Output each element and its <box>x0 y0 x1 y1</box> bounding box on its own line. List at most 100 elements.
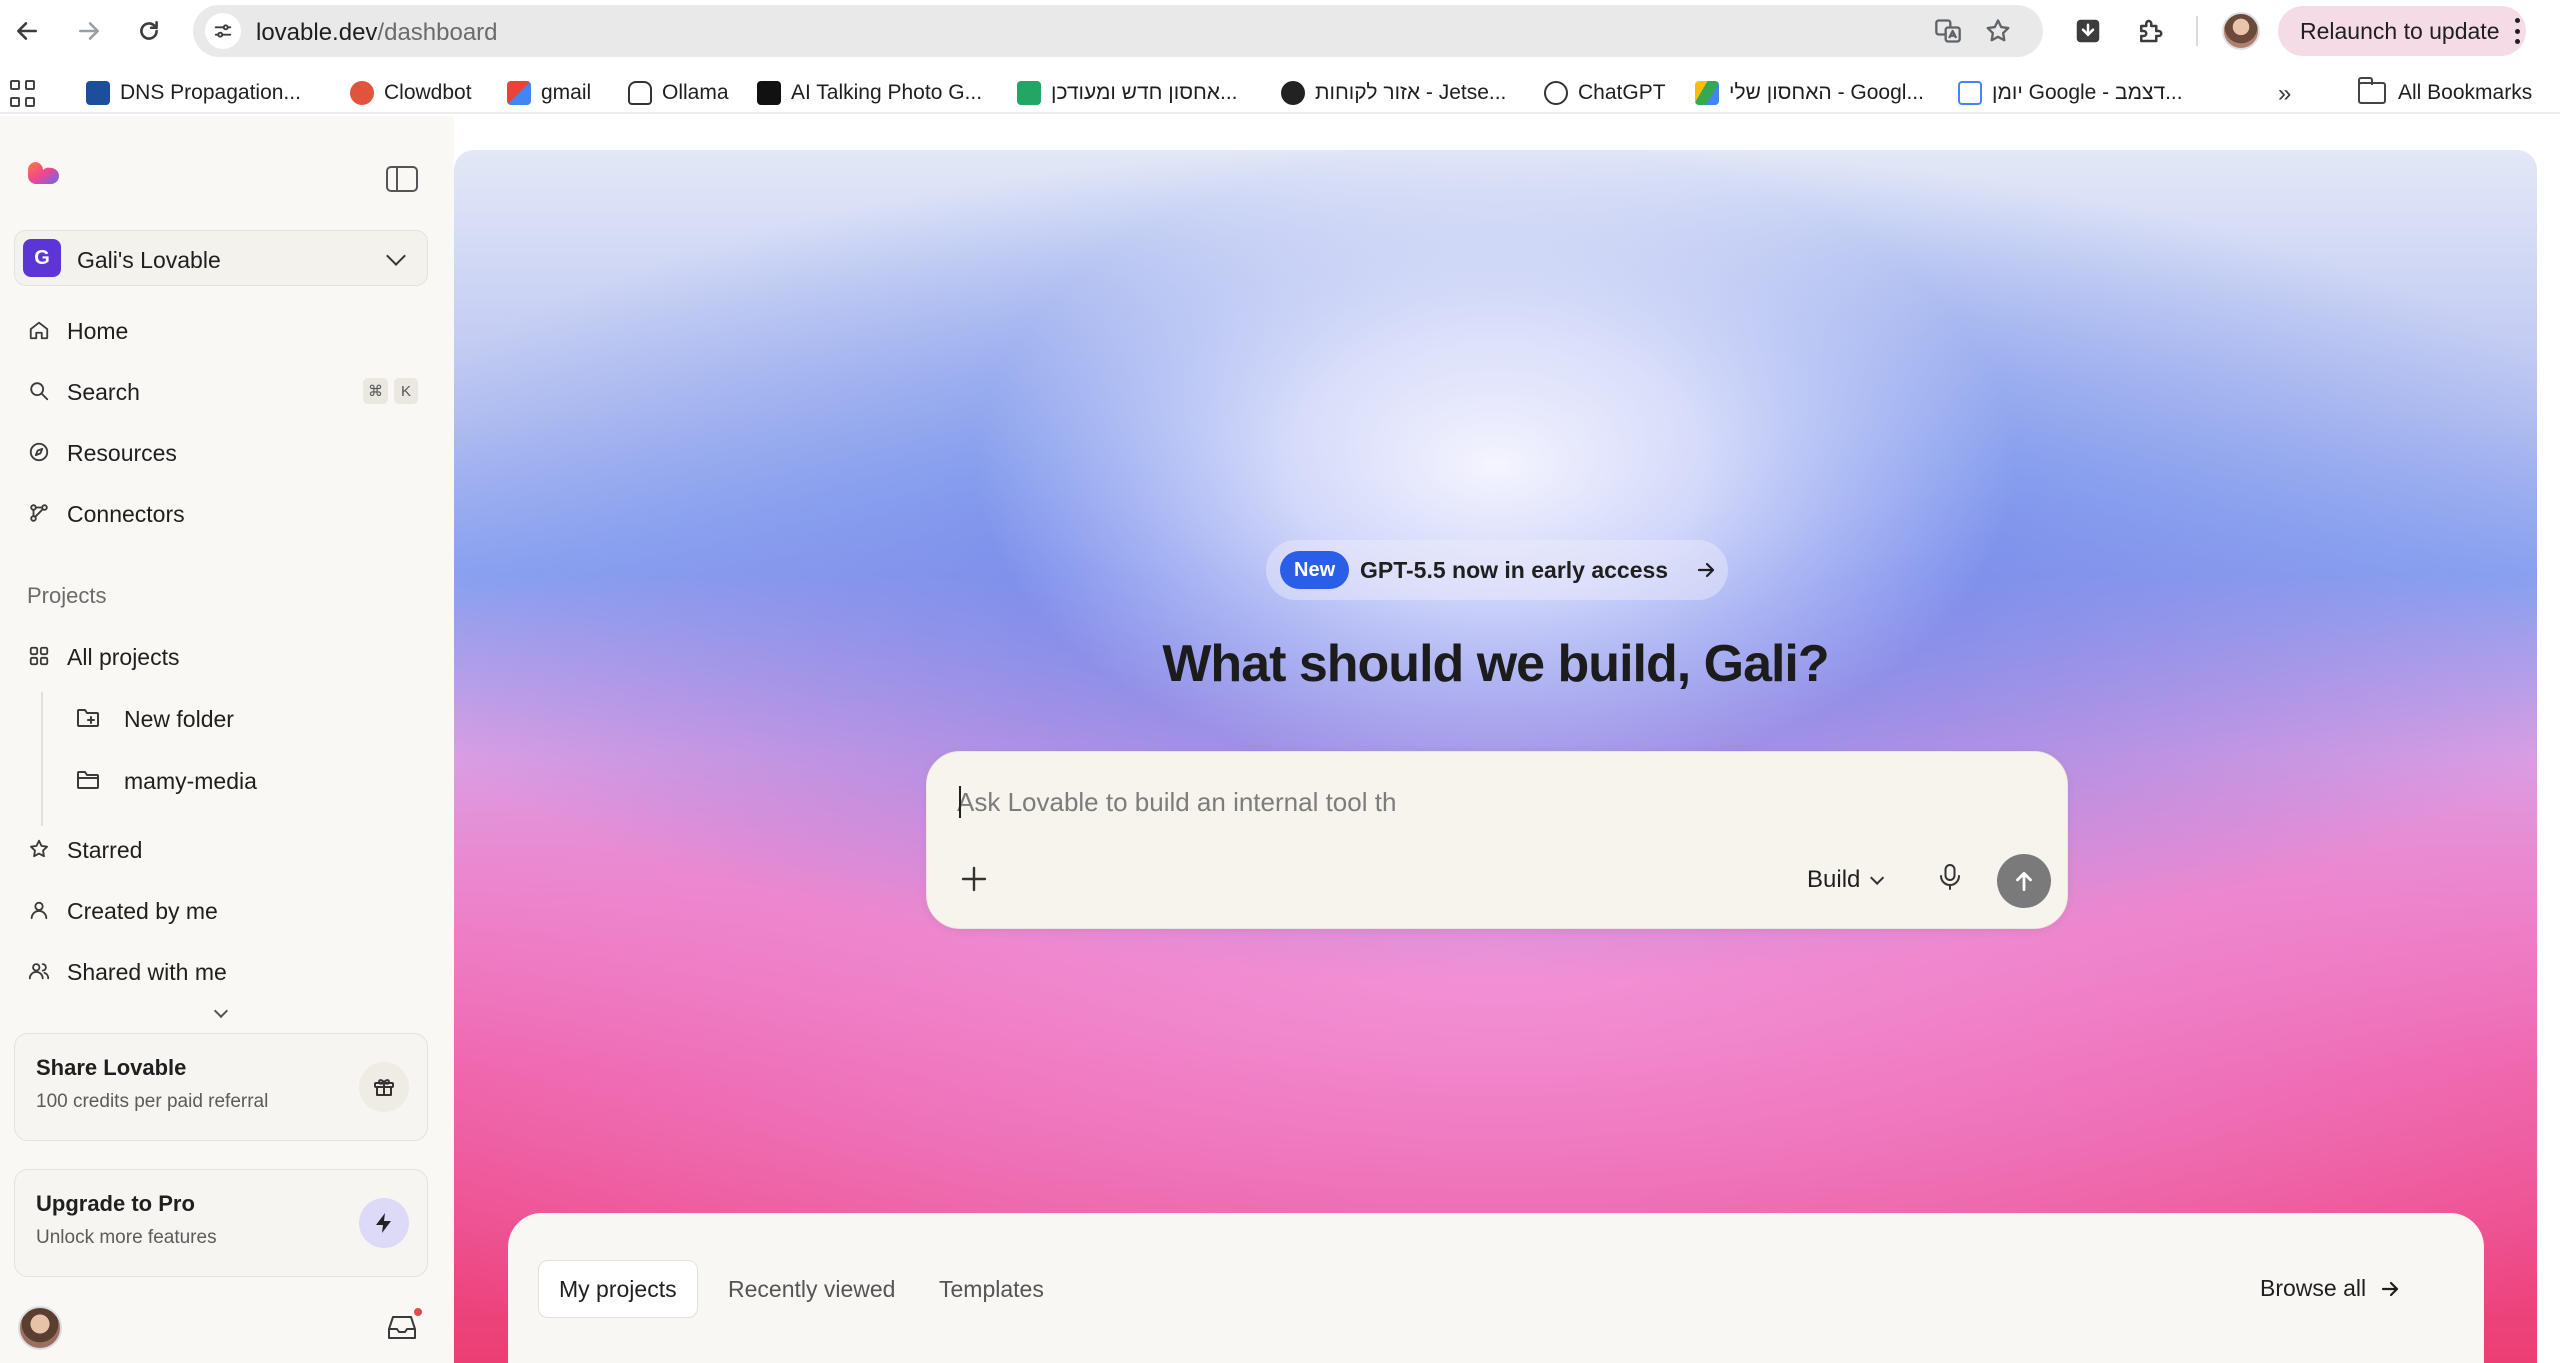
scroll-down-chevron-icon[interactable] <box>213 1003 229 1019</box>
folder-label: New folder <box>124 706 234 732</box>
upgrade-button[interactable] <box>359 1198 409 1248</box>
browse-all-label: Browse all <box>2260 1275 2367 1301</box>
bookmark-star-icon[interactable] <box>1983 16 2013 46</box>
sidebar-item-search[interactable]: Search ⌘ K <box>14 365 428 417</box>
download-icon[interactable] <box>2069 12 2107 50</box>
plus-icon <box>961 866 987 892</box>
microphone-button[interactable] <box>1937 862 1969 898</box>
upgrade-pro-card[interactable]: Upgrade to Pro Unlock more features <box>14 1169 428 1277</box>
sidebar-item-starred[interactable]: Starred <box>14 823 428 875</box>
mode-dropdown[interactable]: Build <box>1807 862 1885 898</box>
arrow-right-icon <box>1694 558 1718 582</box>
browser-menu-icon[interactable] <box>2506 14 2528 48</box>
bookmark-ai-talking-photo[interactable]: AI Talking Photo G... <box>757 77 982 109</box>
gift-button[interactable] <box>359 1062 409 1112</box>
user-icon <box>28 899 50 921</box>
url-text[interactable]: lovable.dev/dashboard <box>256 19 498 47</box>
user-avatar[interactable] <box>18 1306 62 1350</box>
home-icon <box>28 319 50 341</box>
folder-icon <box>76 769 100 791</box>
chevron-down-icon <box>386 246 406 266</box>
reload-icon[interactable] <box>128 10 170 52</box>
sidebar-item-label: Shared with me <box>67 959 227 985</box>
apps-grid-icon[interactable] <box>10 80 38 108</box>
tab-my-projects[interactable]: My projects <box>538 1260 698 1318</box>
sidebar: G Gali's Lovable Home Search ⌘ K Resourc… <box>0 116 454 1363</box>
sidebar-item-label: All projects <box>67 644 180 670</box>
projects-heading: Projects <box>27 583 107 608</box>
sidebar-item-resources[interactable]: Resources <box>14 426 428 478</box>
announcement-text: GPT-5.5 now in early access <box>1360 557 1669 583</box>
dns-favicon-icon <box>86 81 110 105</box>
folder-icon <box>2358 77 2386 104</box>
bookmark-sheets[interactable]: אחסון חדש ומעודכן... <box>1017 77 1238 109</box>
profile-avatar[interactable] <box>2222 12 2260 50</box>
ai-photo-favicon-icon <box>757 81 781 105</box>
calendar-favicon-icon <box>1958 81 1982 105</box>
notification-dot <box>412 1306 424 1318</box>
toolbar-divider <box>2196 16 2198 46</box>
folder-plus-icon <box>76 707 100 729</box>
microphone-icon <box>1940 864 1960 890</box>
folder-label: mamy-media <box>124 768 257 794</box>
site-settings-icon[interactable] <box>205 13 241 49</box>
sidebar-item-all-projects[interactable]: All projects <box>14 630 428 682</box>
bookmark-jetserver[interactable]: אזור לקוחות - Jetse... <box>1281 77 1506 109</box>
translate-icon[interactable] <box>1933 16 1963 46</box>
grid-icon <box>28 645 50 667</box>
share-lovable-card[interactable]: Share Lovable 100 credits per paid refer… <box>14 1033 428 1141</box>
command-key: ⌘ <box>363 378 388 404</box>
inbox-button[interactable] <box>386 1306 424 1342</box>
lovable-logo-icon[interactable] <box>26 160 60 194</box>
connectors-icon <box>28 502 50 524</box>
search-icon <box>28 380 50 402</box>
back-icon[interactable] <box>6 10 48 52</box>
sidebar-toggle-icon[interactable] <box>386 166 418 192</box>
extensions-icon[interactable] <box>2131 12 2169 50</box>
sidebar-item-created-by-me[interactable]: Created by me <box>14 884 428 936</box>
prompt-input[interactable] <box>957 782 1957 822</box>
chevron-down-icon <box>1870 870 1885 885</box>
all-bookmarks-button[interactable]: All Bookmarks <box>2358 77 2532 109</box>
attach-plus-button[interactable] <box>957 862 991 896</box>
upgrade-card-subtitle: Unlock more features <box>36 1227 217 1248</box>
folder-item-new-folder[interactable]: New folder <box>64 692 428 744</box>
bookmark-dns[interactable]: DNS Propagation... <box>86 77 301 109</box>
bookmark-calendar[interactable]: יומן Google - דצמב... <box>1958 77 2183 109</box>
bookmark-chatgpt[interactable]: ChatGPT <box>1544 77 1666 109</box>
relaunch-button[interactable]: Relaunch to update <box>2278 6 2526 56</box>
bookmark-drive[interactable]: האחסון שלי - Googl... <box>1695 77 1924 109</box>
sidebar-item-label: Resources <box>67 440 177 466</box>
new-badge: New <box>1280 551 1350 589</box>
workspace-switcher[interactable]: G Gali's Lovable <box>14 230 428 286</box>
drive-favicon-icon <box>1695 81 1719 105</box>
share-card-subtitle: 100 credits per paid referral <box>36 1091 269 1112</box>
tab-templates[interactable]: Templates <box>919 1260 1064 1318</box>
text-caret <box>959 786 961 818</box>
mode-label: Build <box>1807 866 1861 893</box>
arrow-up-icon <box>2016 872 2032 892</box>
folder-item-mamy-media[interactable]: mamy-media <box>64 754 428 806</box>
users-icon <box>28 960 50 982</box>
more-bookmarks-icon[interactable]: » <box>2278 80 2291 108</box>
browse-all-link[interactable]: Browse all <box>2260 1275 2402 1302</box>
sidebar-item-connectors[interactable]: Connectors <box>14 487 428 539</box>
workspace-avatar: G <box>23 239 61 277</box>
search-shortcut: ⌘ K <box>363 378 418 404</box>
announcement-pill[interactable]: New GPT-5.5 now in early access <box>1266 540 1728 600</box>
bookmark-gmail[interactable]: gmail <box>507 77 591 109</box>
sidebar-item-shared-with-me[interactable]: Shared with me <box>14 945 428 997</box>
sidebar-item-label: Home <box>67 318 129 344</box>
upgrade-card-title: Upgrade to Pro <box>36 1191 195 1216</box>
bookmark-ollama[interactable]: Ollama <box>628 77 729 109</box>
sidebar-item-label: Search <box>67 379 140 405</box>
send-button[interactable] <box>1997 854 2051 908</box>
sidebar-item-label: Created by me <box>67 898 218 924</box>
sidebar-item-home[interactable]: Home <box>14 304 428 356</box>
forward-icon[interactable] <box>68 10 110 52</box>
address-bar[interactable]: lovable.dev/dashboard <box>193 5 2043 57</box>
bookmark-clowdbot[interactable]: Clowdbot <box>350 77 472 109</box>
compass-icon <box>28 441 50 463</box>
tab-recently-viewed[interactable]: Recently viewed <box>708 1260 915 1318</box>
main-hero: New GPT-5.5 now in early access What sho… <box>454 150 2537 1363</box>
